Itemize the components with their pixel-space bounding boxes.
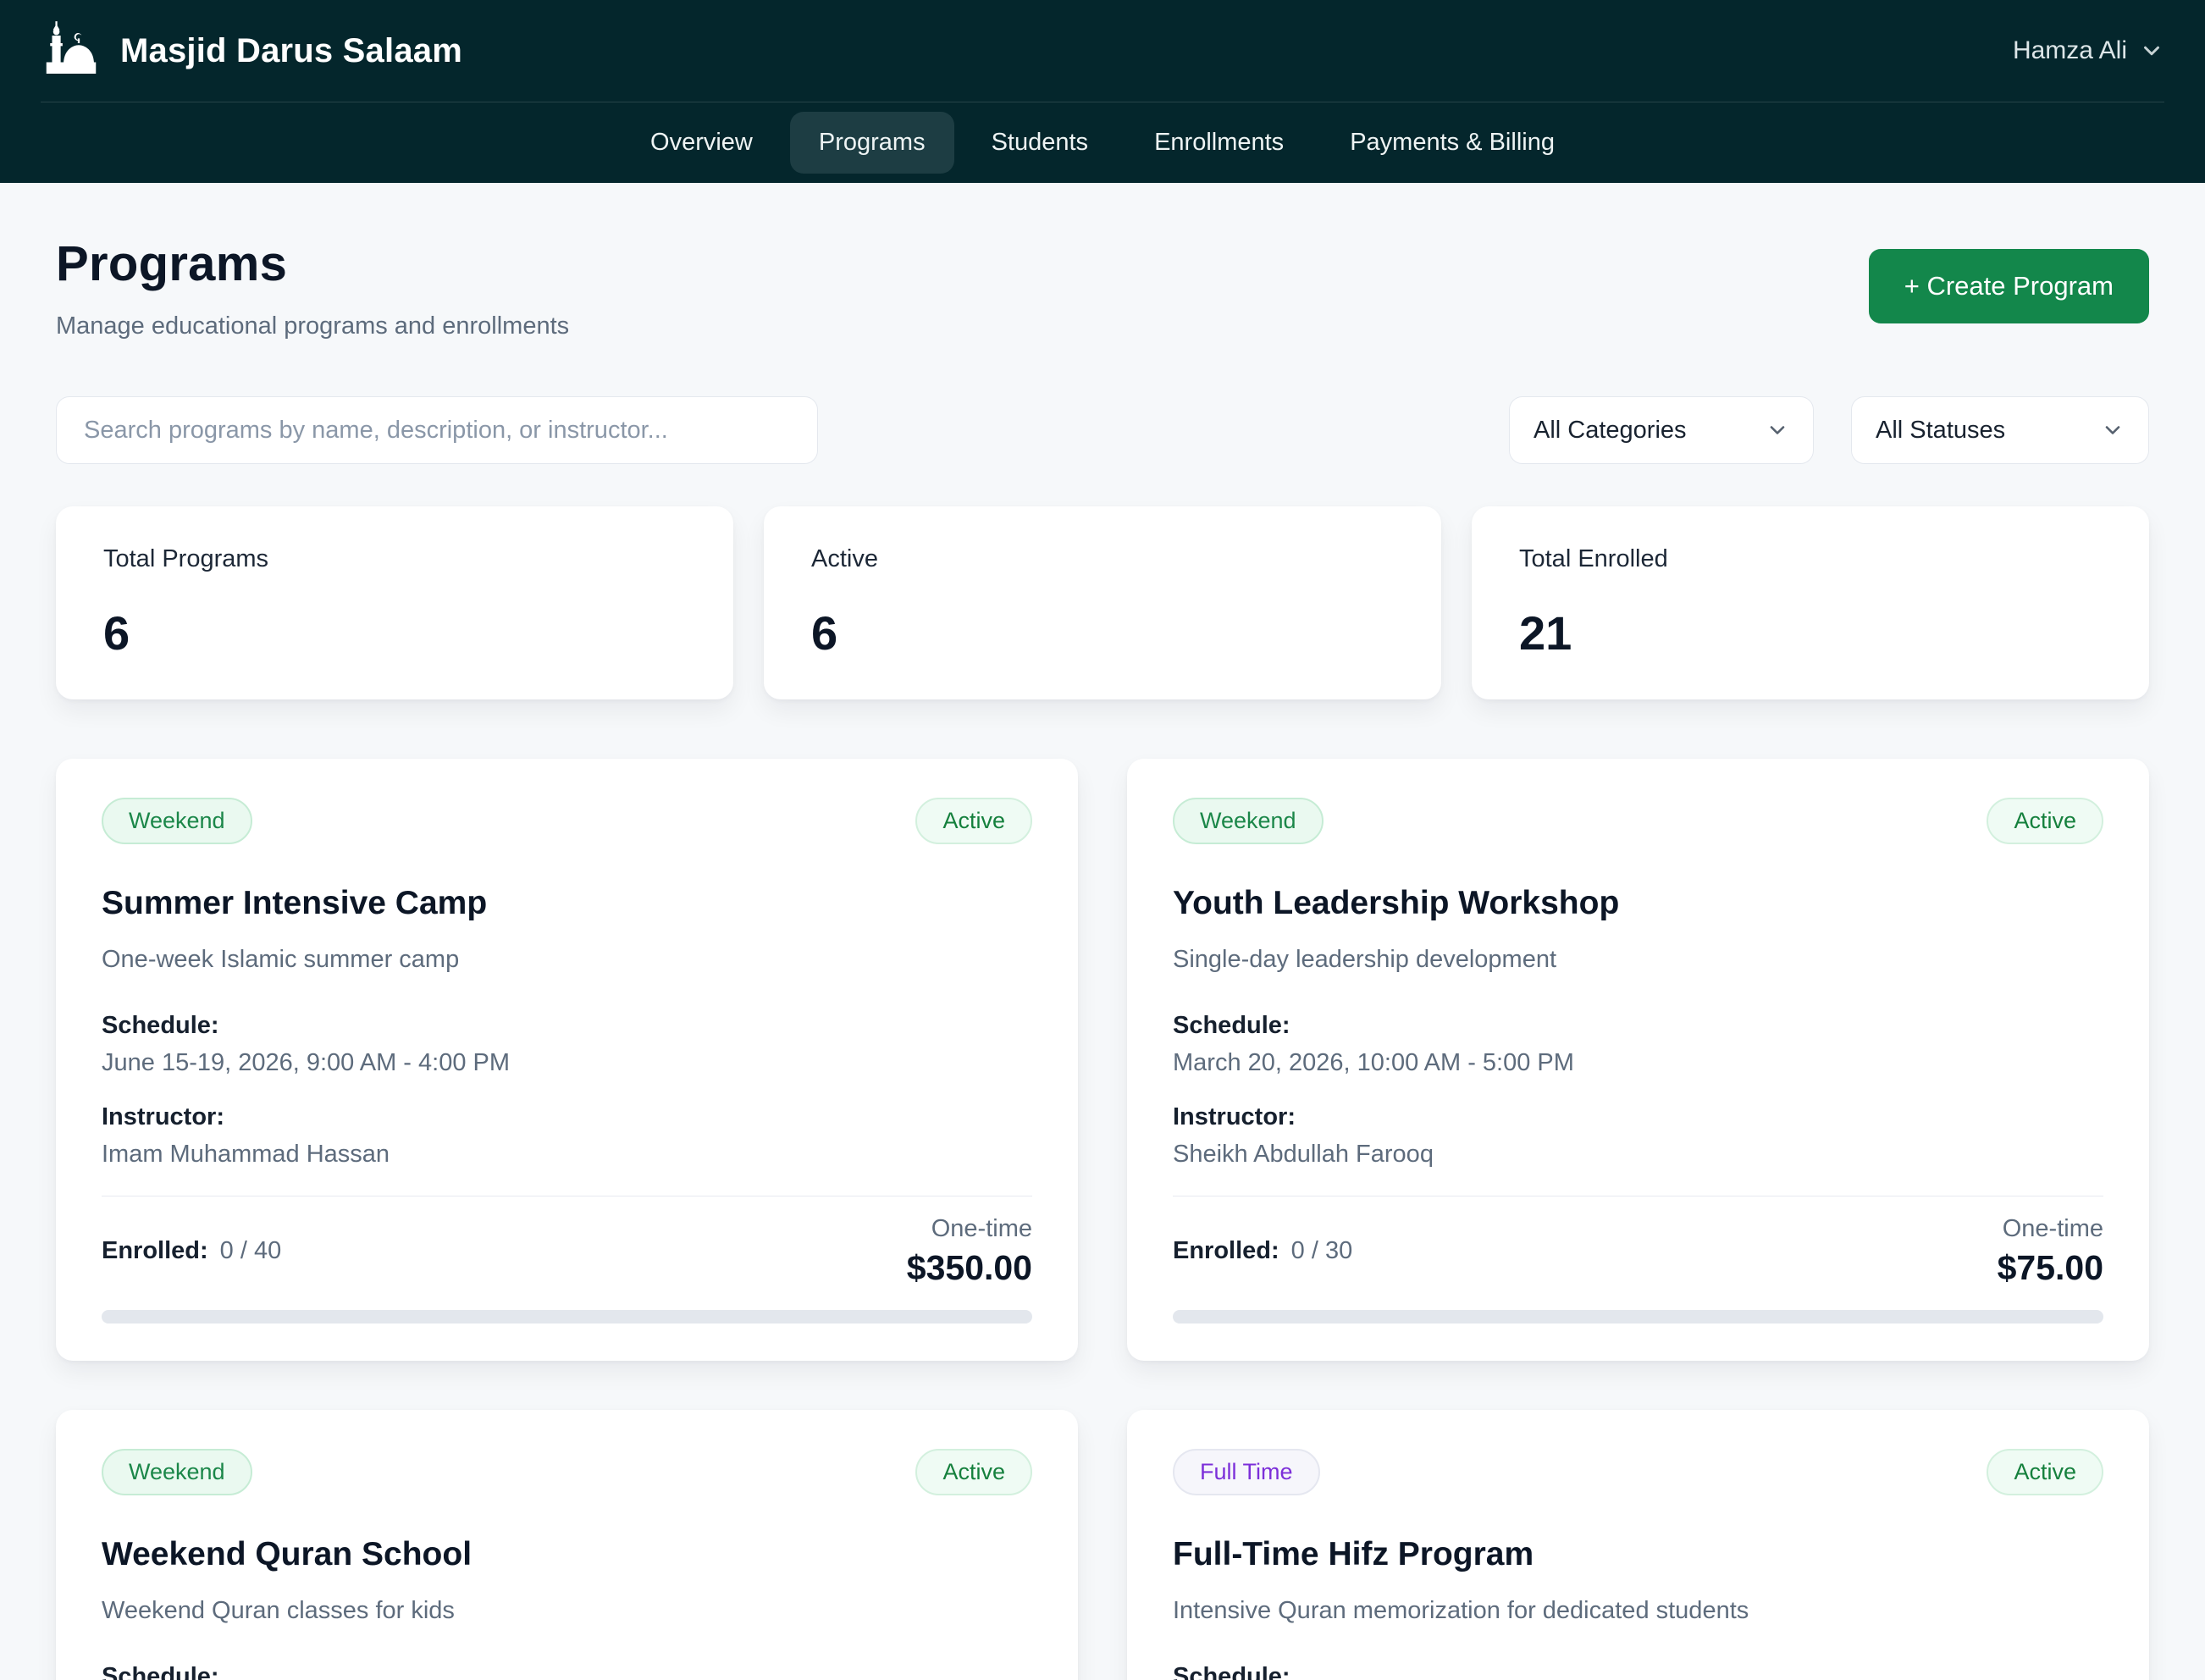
tab-enrollments[interactable]: Enrollments bbox=[1125, 112, 1312, 174]
schedule-label: Schedule: bbox=[102, 1008, 1032, 1043]
tab-students[interactable]: Students bbox=[963, 112, 1117, 174]
program-card: Weekend Active Youth Leadership Workshop… bbox=[1127, 759, 2149, 1361]
stat-label: Active bbox=[811, 545, 1394, 573]
tab-overview[interactable]: Overview bbox=[622, 112, 782, 174]
enrolled-value: 0 / 40 bbox=[220, 1233, 282, 1268]
instructor-value: Imam Muhammad Hassan bbox=[102, 1136, 1032, 1172]
price: $350.00 bbox=[907, 1246, 1032, 1290]
chevron-down-icon bbox=[1766, 418, 1789, 442]
status-filter-value: All Statuses bbox=[1876, 417, 2005, 445]
stat-label: Total Programs bbox=[103, 545, 686, 573]
program-name: Full-Time Hifz Program bbox=[1173, 1536, 2103, 1573]
instructor-value: Sheikh Abdullah Farooq bbox=[1173, 1136, 2103, 1172]
instructor-label: Instructor: bbox=[1173, 1099, 2103, 1135]
status-filter[interactable]: All Statuses bbox=[1851, 396, 2149, 464]
category-filter[interactable]: All Categories bbox=[1509, 396, 1814, 464]
app-header: Masjid Darus Salaam Hamza Ali OverviewPr… bbox=[0, 0, 2205, 183]
search-input[interactable] bbox=[56, 396, 818, 464]
program-name: Weekend Quran School bbox=[102, 1536, 1032, 1573]
program-description: Single-day leadership development bbox=[1173, 946, 2103, 974]
app-title: Masjid Darus Salaam bbox=[120, 32, 462, 70]
program-card: Full Time Active Full-Time Hifz Program … bbox=[1127, 1410, 2149, 1680]
user-name: Hamza Ali bbox=[2013, 36, 2127, 65]
progress-bar bbox=[102, 1310, 1032, 1324]
nav-tabs: OverviewProgramsStudentsEnrollmentsPayme… bbox=[0, 102, 2205, 183]
tab-programs[interactable]: Programs bbox=[790, 112, 954, 174]
program-card: Weekend Active Summer Intensive Camp One… bbox=[56, 759, 1078, 1361]
schedule-label: Schedule: bbox=[102, 1659, 1032, 1680]
enrolled-label: Enrolled: bbox=[1173, 1233, 1279, 1268]
status-badge: Active bbox=[915, 798, 1032, 844]
category-badge: Weekend bbox=[102, 798, 252, 844]
stat-value: 6 bbox=[811, 605, 1394, 660]
schedule-value: June 15-19, 2026, 9:00 AM - 4:00 PM bbox=[102, 1045, 1032, 1080]
schedule-value: March 20, 2026, 10:00 AM - 5:00 PM bbox=[1173, 1045, 2103, 1080]
stat-card: Total Programs 6 bbox=[56, 506, 733, 699]
category-filter-value: All Categories bbox=[1534, 417, 1687, 445]
mosque-logo-icon bbox=[41, 20, 102, 81]
schedule-label: Schedule: bbox=[1173, 1008, 2103, 1043]
chevron-down-icon bbox=[2139, 38, 2164, 64]
page-title: Programs bbox=[56, 235, 569, 292]
program-description: Intensive Quran memorization for dedicat… bbox=[1173, 1597, 2103, 1625]
program-name: Youth Leadership Workshop bbox=[1173, 885, 2103, 922]
status-badge: Active bbox=[915, 1449, 1032, 1495]
schedule-label: Schedule: bbox=[1173, 1659, 2103, 1680]
create-program-button[interactable]: + Create Program bbox=[1869, 249, 2149, 323]
billing-type: One-time bbox=[907, 1212, 1032, 1246]
chevron-down-icon bbox=[2101, 418, 2125, 442]
program-card: Weekend Active Weekend Quran School Week… bbox=[56, 1410, 1078, 1680]
stat-value: 21 bbox=[1519, 605, 2102, 660]
main-content: Programs Manage educational programs and… bbox=[56, 235, 2149, 1680]
program-description: Weekend Quran classes for kids bbox=[102, 1597, 1032, 1625]
brand: Masjid Darus Salaam bbox=[41, 20, 462, 81]
enrolled-value: 0 / 30 bbox=[1291, 1233, 1353, 1268]
stat-card: Total Enrolled 21 bbox=[1472, 506, 2149, 699]
page-subtitle: Manage educational programs and enrollme… bbox=[56, 312, 569, 340]
programs-grid: Weekend Active Summer Intensive Camp One… bbox=[56, 759, 2149, 1680]
instructor-label: Instructor: bbox=[102, 1099, 1032, 1135]
category-badge: Weekend bbox=[1173, 798, 1324, 844]
status-badge: Active bbox=[1987, 798, 2103, 844]
enrolled-label: Enrolled: bbox=[102, 1233, 208, 1268]
tab-payments-billing[interactable]: Payments & Billing bbox=[1321, 112, 1583, 174]
price: $75.00 bbox=[1998, 1246, 2103, 1290]
program-description: One-week Islamic summer camp bbox=[102, 946, 1032, 974]
stat-card: Active 6 bbox=[764, 506, 1441, 699]
stats-row: Total Programs 6 Active 6 Total Enrolled… bbox=[56, 506, 2149, 699]
user-menu[interactable]: Hamza Ali bbox=[2013, 36, 2164, 65]
filters-row: All Categories All Statuses bbox=[56, 396, 2149, 464]
stat-value: 6 bbox=[103, 605, 686, 660]
stat-label: Total Enrolled bbox=[1519, 545, 2102, 573]
category-badge: Full Time bbox=[1173, 1449, 1320, 1495]
billing-type: One-time bbox=[1998, 1212, 2103, 1246]
status-badge: Active bbox=[1987, 1449, 2103, 1495]
program-name: Summer Intensive Camp bbox=[102, 885, 1032, 922]
category-badge: Weekend bbox=[102, 1449, 252, 1495]
progress-bar bbox=[1173, 1310, 2103, 1324]
